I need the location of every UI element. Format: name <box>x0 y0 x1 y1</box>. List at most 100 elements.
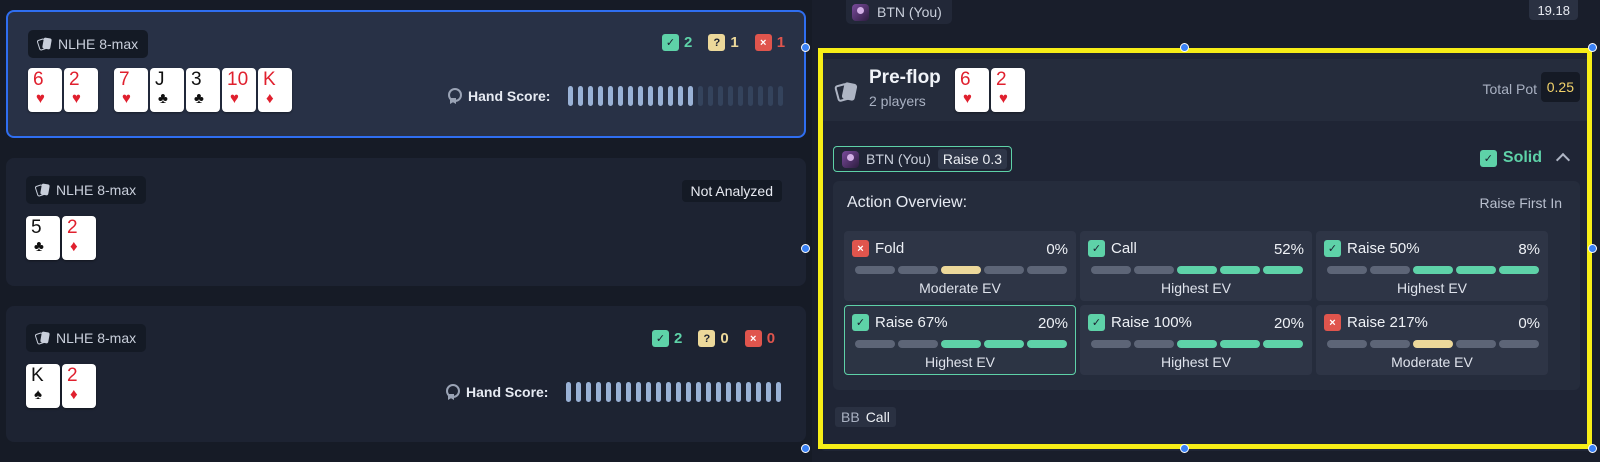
action-overview: Action Overview: Raise First In × Fold 0% M… <box>833 181 1580 390</box>
check-icon: ✓ <box>1088 240 1105 257</box>
chevron-up-icon[interactable] <box>1555 152 1571 168</box>
ev-segment <box>1091 340 1131 348</box>
score-segment <box>706 382 711 402</box>
ev-segment <box>941 266 981 274</box>
game-format-badge: NLHE 8-max <box>26 176 147 204</box>
ev-segment <box>1370 266 1410 274</box>
score-segment <box>756 382 761 402</box>
unsure-count: ? 1 <box>708 34 739 51</box>
hole-card: 5 ♣ <box>26 216 60 260</box>
score-segment <box>676 382 681 402</box>
street-header: Pre-flop 2 players 6 ♥ 2 ♥ Total Pot 0.25 <box>821 59 1592 121</box>
check-icon: ✓ <box>652 330 669 347</box>
resize-handle[interactable] <box>1180 43 1189 52</box>
board-card: 7 ♥ <box>114 68 148 112</box>
score-segment <box>566 382 571 402</box>
option-name: ✓ Raise 100% <box>1088 314 1192 331</box>
action-option[interactable]: ✓ Raise 100% 20% Highest EV <box>1080 305 1312 375</box>
ev-label: Highest EV <box>1160 280 1232 296</box>
score-segment <box>688 86 693 106</box>
resize-handle[interactable] <box>1588 244 1597 253</box>
player-label: BB <box>841 409 860 425</box>
cards-icon <box>36 37 52 51</box>
ev-segment <box>1134 340 1174 348</box>
ev-segment <box>1499 340 1539 348</box>
score-segment <box>728 86 733 106</box>
score-segment <box>716 382 721 402</box>
good-count: ✓ 2 <box>652 330 682 347</box>
score-segment <box>758 86 763 106</box>
option-name: ✓ Call <box>1088 240 1137 257</box>
score-segment <box>678 86 683 106</box>
score-segment <box>776 382 781 402</box>
score-segment <box>646 382 651 402</box>
hand-item[interactable]: NLHE 8-max K ♠ 2 ♦ ✓ 2 ? 0 × 0 Hand Score: <box>6 306 806 442</box>
action-options: × Fold 0% Moderate EV ✓ Call 52% Highest EV ✓ Rai… <box>844 231 1548 375</box>
game-format-label: NLHE 8-max <box>56 330 137 346</box>
ev-segment <box>1177 340 1217 348</box>
score-segment <box>686 382 691 402</box>
action-option[interactable]: ✓ Call 52% Highest EV <box>1080 231 1312 301</box>
hand-score: Hand Score: <box>444 384 548 400</box>
score-segment <box>748 86 753 106</box>
cards-icon <box>34 183 50 197</box>
resize-handle[interactable] <box>1588 43 1597 52</box>
ev-meter <box>855 266 1067 274</box>
option-name: ✓ Raise 67% <box>852 314 948 331</box>
resize-handle[interactable] <box>1180 444 1189 453</box>
ev-segment <box>1263 340 1303 348</box>
score-segment <box>588 86 593 106</box>
ev-segment <box>984 340 1024 348</box>
cross-icon: × <box>744 330 762 347</box>
hand-item[interactable]: NLHE 8-max Not Analyzed 5 ♣ 2 ♦ <box>6 158 806 286</box>
game-format-badge: NLHE 8-max <box>26 324 147 352</box>
option-frequency: 0% <box>1518 315 1540 332</box>
ev-meter <box>1091 266 1303 274</box>
score-segment <box>708 86 713 106</box>
resize-handle[interactable] <box>801 444 810 453</box>
action-label: Raise 0.3 <box>937 149 1007 169</box>
score-segment <box>606 382 611 402</box>
cross-icon: × <box>1324 314 1341 331</box>
score-segment <box>658 86 663 106</box>
street-panel: Pre-flop 2 players 6 ♥ 2 ♥ Total Pot 0.25 … <box>821 50 1592 451</box>
option-frequency: 8% <box>1518 241 1540 258</box>
resize-handle[interactable] <box>1588 444 1597 453</box>
board-card: J ♣ <box>150 68 184 112</box>
check-icon: ✓ <box>852 314 869 331</box>
ev-segment <box>1499 266 1539 274</box>
hole-card: 2 ♥ <box>64 68 98 112</box>
ev-meter <box>855 340 1067 348</box>
ev-segment <box>1134 266 1174 274</box>
score-segment <box>738 86 743 106</box>
ev-label: Highest EV <box>1160 354 1232 370</box>
action-option[interactable]: ✓ Raise 67% 20% Highest EV <box>844 305 1076 375</box>
score-segment <box>596 382 601 402</box>
previous-action-row: BTN (You) <box>846 0 952 24</box>
hole-card: K ♠ <box>26 364 60 408</box>
hole-card: 6 ♥ <box>28 68 62 112</box>
hole-card: 2 ♦ <box>62 364 96 408</box>
score-segment <box>736 382 741 402</box>
check-icon: ✓ <box>1324 240 1341 257</box>
overview-title: Action Overview: <box>847 194 968 211</box>
total-pot-label: Total Pot <box>1482 81 1537 97</box>
hand-item-selected[interactable]: NLHE 8-max 6 ♥ 2 ♥ 7 ♥ J ♣ 3 ♣ 10 ♥ K ♦ ✓ 2 ? 1 ×… <box>6 10 806 138</box>
board-card: 10 ♥ <box>222 68 256 112</box>
action-grade[interactable]: ✓ Solid <box>1479 149 1571 168</box>
action-option[interactable]: × Fold 0% Moderate EV <box>844 231 1076 301</box>
check-icon: ✓ <box>1479 149 1497 167</box>
street-cards: 6 ♥ 2 ♥ <box>955 68 1025 112</box>
option-frequency: 0% <box>1046 241 1068 258</box>
resize-handle[interactable] <box>801 244 810 253</box>
action-chip[interactable]: BTN (You) Raise 0.3 <box>833 146 1012 172</box>
ev-label: Highest EV <box>924 354 996 370</box>
action-option[interactable]: × Raise 217% 0% Moderate EV <box>1316 305 1548 375</box>
ev-meter <box>1327 340 1539 348</box>
resize-handle[interactable] <box>801 43 810 52</box>
ev-segment <box>1370 340 1410 348</box>
action-option[interactable]: ✓ Raise 50% 8% Highest EV <box>1316 231 1548 301</box>
actor-label: BTN (You) <box>866 151 931 167</box>
hand-score-bar <box>566 382 781 402</box>
player-count: 2 players <box>869 93 926 109</box>
